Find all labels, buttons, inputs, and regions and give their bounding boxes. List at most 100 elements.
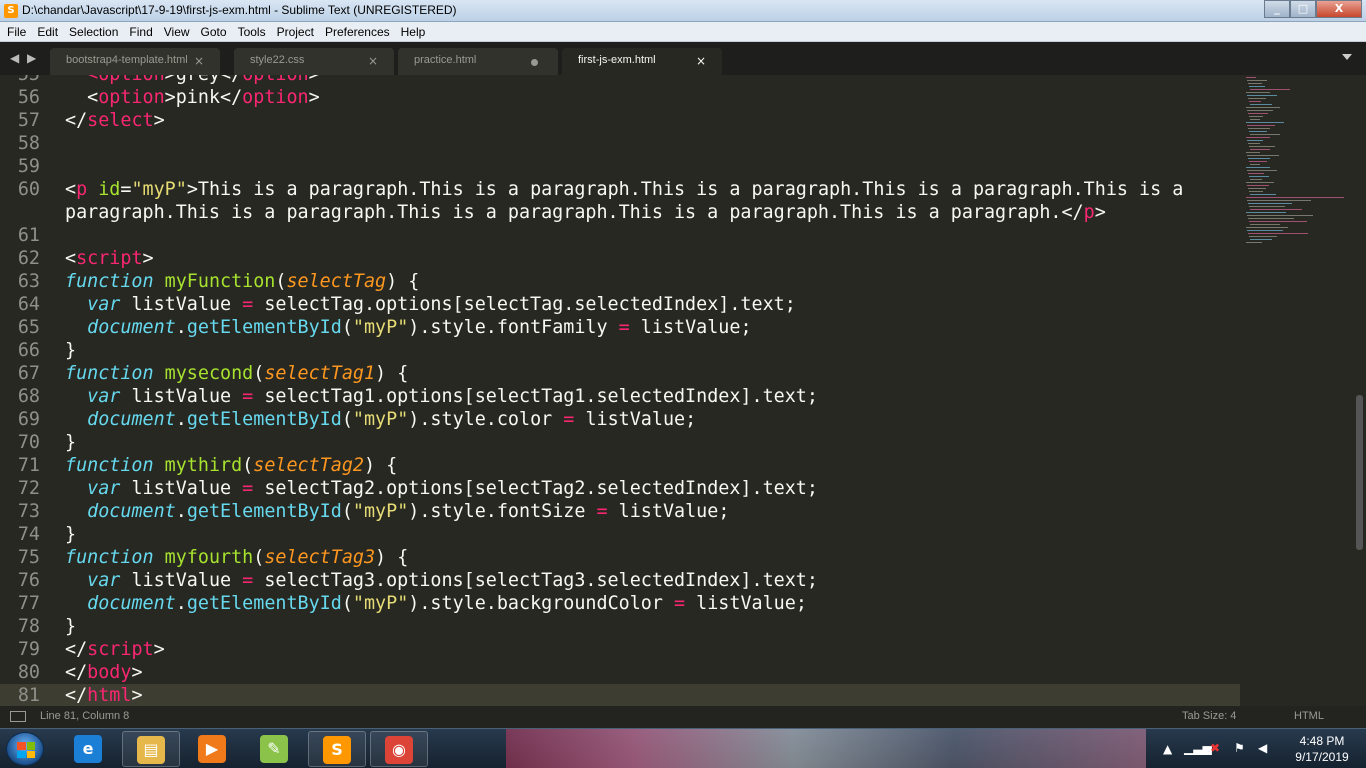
line-code[interactable]: paragraph.This is a paragraph.This is a … bbox=[65, 201, 1106, 224]
syntax-indicator[interactable]: HTML bbox=[1294, 710, 1324, 722]
minimap-line bbox=[1249, 236, 1277, 237]
minimap-line bbox=[1246, 152, 1260, 153]
start-button[interactable] bbox=[6, 732, 44, 766]
file-explorer-icon: ▤ bbox=[137, 736, 165, 764]
line-code[interactable]: } bbox=[65, 431, 76, 454]
minimap[interactable] bbox=[1244, 75, 1354, 275]
line-code[interactable]: function mysecond(selectTag1) { bbox=[65, 362, 408, 385]
menu-help[interactable]: Help bbox=[396, 25, 432, 39]
show-hidden-icons-icon[interactable]: ▲ bbox=[1163, 742, 1172, 756]
title-bar: S D:\chandar\Javascript\17-9-19\first-js… bbox=[0, 0, 1366, 22]
line-code[interactable]: } bbox=[65, 615, 76, 638]
line-number: 64 bbox=[17, 294, 40, 315]
line-number: 71 bbox=[17, 455, 40, 476]
chevron-down-icon[interactable] bbox=[1342, 54, 1352, 60]
system-clock[interactable]: 4:48 PM 9/17/2019 bbox=[1284, 733, 1360, 765]
cursor-position: Line 81, Column 8 bbox=[40, 710, 130, 722]
code-editor[interactable]: 55 <option>grey</option> 56 <option>pink<… bbox=[0, 75, 1366, 706]
current-line-highlight bbox=[0, 684, 1240, 706]
line-code[interactable]: </body> bbox=[65, 661, 143, 684]
line-code[interactable]: document.getElementById("myP").style.fon… bbox=[65, 316, 751, 339]
scrollbar-thumb[interactable] bbox=[1356, 395, 1363, 550]
tab-nav-arrows-icon[interactable]: ◀ ▶ bbox=[10, 51, 38, 65]
tab-style22[interactable]: style22.css × bbox=[234, 48, 394, 75]
taskbar-chrome[interactable]: ◉ bbox=[370, 731, 428, 767]
line-code[interactable]: <option>grey</option> bbox=[65, 75, 320, 86]
media-player-icon: ▶ bbox=[198, 735, 226, 763]
minimap-line bbox=[1246, 137, 1270, 138]
minimap-line bbox=[1247, 95, 1277, 96]
minimap-line bbox=[1249, 206, 1285, 207]
menu-selection[interactable]: Selection bbox=[64, 25, 124, 39]
line-code[interactable]: document.getElementById("myP").style.bac… bbox=[65, 592, 807, 615]
tab-bootstrap4-template[interactable]: bootstrap4-template.html × bbox=[50, 48, 220, 75]
line-code[interactable]: var listValue = selectTag2.options[selec… bbox=[65, 477, 818, 500]
menu-preferences[interactable]: Preferences bbox=[320, 25, 396, 39]
line-code[interactable]: <p id="myP">This is a paragraph.This is … bbox=[65, 178, 1183, 201]
line-code[interactable]: var listValue = selectTag3.options[selec… bbox=[65, 569, 818, 592]
line-number: 56 bbox=[17, 87, 40, 108]
tab-close-icon[interactable]: × bbox=[696, 54, 706, 68]
taskbar-sublime-text[interactable]: S bbox=[308, 731, 366, 767]
taskbar-file-explorer[interactable]: ▤ bbox=[122, 731, 180, 767]
close-button[interactable]: X bbox=[1316, 0, 1362, 18]
line-code[interactable]: var listValue = selectTag1.options[selec… bbox=[65, 385, 818, 408]
volume-muted-icon[interactable]: ◀ bbox=[1258, 741, 1267, 755]
tab-label: style22.css bbox=[250, 54, 305, 66]
menu-tools[interactable]: Tools bbox=[233, 25, 272, 39]
minimap-line bbox=[1247, 155, 1279, 156]
network-error-icon[interactable]: ✖ bbox=[1210, 741, 1220, 755]
line-code[interactable]: </html> bbox=[65, 684, 143, 706]
minimap-line bbox=[1250, 164, 1260, 165]
minimap-line bbox=[1248, 173, 1264, 174]
line-code[interactable]: var listValue = selectTag.options[select… bbox=[65, 293, 796, 316]
unsaved-dot-icon[interactable] bbox=[531, 59, 538, 66]
wallpaper-background bbox=[506, 729, 1146, 768]
line-code[interactable]: } bbox=[65, 339, 76, 362]
taskbar-media-player[interactable]: ▶ bbox=[184, 731, 242, 767]
tab-first-js-exm[interactable]: first-js-exm.html × bbox=[562, 48, 722, 75]
minimap-line bbox=[1248, 113, 1268, 114]
menu-file[interactable]: File bbox=[2, 25, 32, 39]
line-code[interactable]: <option>pink</option> bbox=[65, 86, 320, 109]
minimap-line bbox=[1250, 224, 1280, 225]
action-center-icon[interactable]: ⚑ bbox=[1234, 741, 1245, 755]
tab-close-icon[interactable]: × bbox=[194, 54, 204, 68]
minimap-line bbox=[1246, 242, 1262, 243]
console-panel-icon[interactable] bbox=[10, 711, 26, 722]
menu-view[interactable]: View bbox=[159, 25, 196, 39]
minimize-button[interactable]: _ bbox=[1264, 0, 1290, 18]
line-code[interactable]: function myfourth(selectTag3) { bbox=[65, 546, 408, 569]
line-code[interactable]: function mythird(selectTag2) { bbox=[65, 454, 397, 477]
tab-label: bootstrap4-template.html bbox=[66, 54, 188, 66]
minimap-line bbox=[1250, 149, 1270, 150]
line-code[interactable]: document.getElementById("myP").style.col… bbox=[65, 408, 696, 431]
line-code[interactable]: </script> bbox=[65, 638, 165, 661]
maximize-button[interactable]: □ bbox=[1290, 0, 1316, 18]
line-code[interactable]: document.getElementById("myP").style.fon… bbox=[65, 500, 729, 523]
menu-goto[interactable]: Goto bbox=[196, 25, 233, 39]
tab-practice[interactable]: practice.html bbox=[398, 48, 558, 75]
menu-edit[interactable]: Edit bbox=[32, 25, 64, 39]
line-code[interactable]: function myFunction(selectTag) { bbox=[65, 270, 419, 293]
tab-size-indicator[interactable]: Tab Size: 4 bbox=[1182, 710, 1236, 722]
line-number: 59 bbox=[17, 156, 40, 177]
menu-find[interactable]: Find bbox=[124, 25, 158, 39]
menu-project[interactable]: Project bbox=[272, 25, 320, 39]
vertical-scrollbar[interactable] bbox=[1354, 75, 1366, 706]
minimap-line bbox=[1250, 179, 1262, 180]
minimap-line bbox=[1249, 161, 1267, 162]
minimap-line bbox=[1250, 239, 1272, 240]
line-code[interactable]: } bbox=[65, 523, 76, 546]
signal-bars-icon[interactable]: ▁▃▅ bbox=[1184, 741, 1212, 755]
line-code[interactable]: <script> bbox=[65, 247, 154, 270]
minimap-line bbox=[1247, 110, 1273, 111]
window-controls: _ □ X bbox=[1264, 0, 1362, 18]
line-number: 65 bbox=[17, 317, 40, 338]
line-number: 58 bbox=[17, 133, 40, 154]
tab-close-icon[interactable]: × bbox=[368, 54, 378, 68]
line-code[interactable]: </select> bbox=[65, 109, 165, 132]
taskbar-notepad-plus[interactable]: ✎ bbox=[246, 731, 304, 767]
notepad-plus-icon: ✎ bbox=[260, 735, 288, 763]
taskbar-internet-explorer[interactable]: e bbox=[60, 731, 118, 767]
